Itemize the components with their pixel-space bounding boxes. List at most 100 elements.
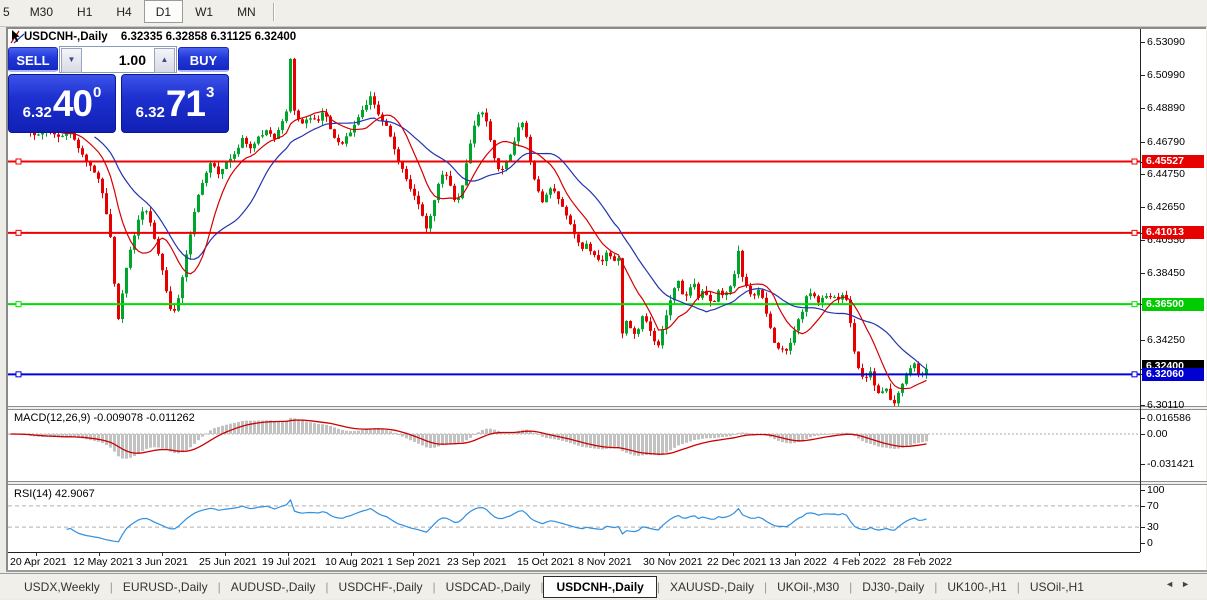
time-axis-label: 15 Oct 2021 [517, 556, 575, 568]
volume-spinner: ▼ ▲ [59, 46, 177, 73]
buy-button[interactable]: BUY [178, 47, 229, 72]
tab-eurusd-daily[interactable]: EURUSD-,Daily [113, 577, 218, 597]
chart-symbol-label: USDCNH-,Daily [24, 31, 108, 43]
ask-price-display[interactable]: 6.32 71 3 [121, 74, 229, 133]
price-axis-tick [1141, 527, 1145, 529]
macd-axis-label: 0.00 [1147, 428, 1168, 440]
time-axis-label: 13 Jan 2022 [769, 556, 827, 568]
price-axis-label: 6.34250 [1147, 333, 1185, 346]
timeframe-button-d1[interactable]: D1 [143, 0, 184, 23]
tab-scroll-left-icon[interactable]: ◄ [1165, 579, 1181, 589]
window-bottom-border [6, 570, 1207, 572]
macd-axis-label: -0.031421 [1147, 458, 1195, 471]
volume-increase-button[interactable]: ▲ [154, 48, 175, 73]
rsi-axis-label: 0 [1147, 537, 1153, 549]
toolbar-separator [272, 3, 274, 21]
tab-xauusd-daily[interactable]: XAUUSD-,Daily [660, 577, 764, 597]
macd-axis-label: 0.016586 [1147, 412, 1191, 425]
price-axis-tick [1141, 108, 1145, 110]
bid-price-small: 6.32 [22, 104, 52, 121]
volume-decrease-button[interactable]: ▼ [61, 48, 82, 73]
price-axis-tick [1141, 543, 1145, 544]
price-axis-tick [1141, 464, 1145, 466]
price-axis-label: 6.53090 [1147, 36, 1185, 48]
price-axis-tick [1141, 490, 1145, 491]
mt4-window: { "toolbar": { "timeframes": ["5", "M30"… [0, 0, 1207, 600]
time-axis-label: 8 Nov 2021 [578, 556, 632, 568]
bid-price-big: 40 [52, 82, 93, 124]
time-axis-label: 19 Jul 2021 [262, 556, 317, 568]
tab-audusd-daily[interactable]: AUDUSD-,Daily [221, 577, 326, 597]
price-axis-tick [1141, 173, 1145, 175]
tab-usdcnh-daily[interactable]: USDCNH-,Daily [543, 575, 657, 598]
time-axis: 20 Apr 2021 12 May 2021 3 Jun 2021 25 Jun 2… [0, 553, 1140, 570]
tab-usdchf-daily[interactable]: USDCHF-,Daily [329, 577, 433, 597]
time-axis-label: 20 Apr 2021 [10, 556, 67, 568]
time-axis-label: 1 Sep 2021 [387, 556, 441, 568]
timeframe-button-5[interactable]: 5 [0, 0, 18, 23]
price-axis-tick [1141, 141, 1145, 143]
ask-price-small: 6.32 [135, 104, 165, 121]
tab-uk100-h1[interactable]: UK100-,H1 [937, 577, 1016, 597]
ask-price-big: 71 [165, 82, 206, 124]
tab-usoil-h1[interactable]: USOil-,H1 [1020, 577, 1094, 597]
level-price-badge: 6.41013 [1142, 226, 1204, 240]
rsi-axis-label: 100 [1147, 484, 1165, 496]
tab-ukoil-m30[interactable]: UKOil-,M30 [767, 577, 849, 597]
level-price-badge: 6.32060 [1142, 367, 1204, 381]
time-axis-label: 3 Jun 2021 [136, 556, 188, 568]
tab-usdx-weekly[interactable]: USDX,Weekly [14, 577, 110, 597]
tab-scroll-right-icon[interactable]: ► [1181, 579, 1197, 589]
bid-price-superscript: 0 [93, 84, 102, 101]
timeframe-button-mn[interactable]: MN [225, 0, 268, 23]
price-axis-label: 6.30110 [1147, 399, 1185, 412]
time-axis-label: 30 Nov 2021 [643, 556, 703, 568]
price-axis-tick [1141, 405, 1145, 407]
timeframe-button-m30[interactable]: M30 [18, 0, 65, 23]
cursor-arrow-icon [10, 30, 25, 44]
price-axis-tick [1141, 434, 1145, 435]
rsi-axis-label: 70 [1147, 499, 1159, 512]
rsi-indicator-canvas[interactable] [8, 485, 1140, 552]
macd-indicator-label: MACD(12,26,9) -0.009078 -0.011262 [14, 412, 195, 424]
price-axis-label: 6.38450 [1147, 267, 1185, 280]
timeframe-toolbar: 5 M30 H1 H4 D1 W1 MN [0, 0, 1207, 27]
time-axis-label: 23 Sep 2021 [447, 556, 507, 568]
price-axis-tick [1141, 418, 1145, 420]
price-axis-tick [1141, 206, 1145, 208]
price-axis-tick [1141, 75, 1145, 77]
price-axis-tick [1141, 42, 1145, 43]
chart-ohlc-values: 6.32335 6.32858 6.31125 6.32400 [120, 31, 297, 43]
price-axis-label: 6.42650 [1147, 200, 1185, 213]
timeframe-button-h1[interactable]: H1 [65, 0, 104, 23]
price-axis-tick [1141, 240, 1145, 242]
price-axis-tick [1141, 339, 1145, 341]
chart-title: USDCNH-,Daily 6.32335 6.32858 6.31125 6.… [24, 31, 296, 43]
symbol-tab-bar: USDX,Weekly | EURUSD-,Daily | AUDUSD-,Daily |… [0, 573, 1207, 599]
timeframe-button-w1[interactable]: W1 [183, 0, 225, 23]
ask-price-superscript: 3 [206, 84, 215, 101]
price-axis-tick [1141, 505, 1145, 507]
time-axis-label: 10 Aug 2021 [325, 556, 384, 568]
time-axis-label: 12 May 2021 [73, 556, 134, 568]
level-price-badge: 6.45527 [1142, 155, 1204, 169]
tab-usdcad-daily[interactable]: USDCAD-,Daily [436, 577, 541, 597]
tab-dj30-daily[interactable]: DJ30-,Daily [852, 577, 934, 597]
time-axis-label: 4 Feb 2022 [833, 556, 887, 568]
bid-price-display[interactable]: 6.32 40 0 [8, 74, 116, 133]
rsi-axis-label: 30 [1147, 521, 1159, 534]
level-price-badge: 6.36500 [1142, 297, 1204, 311]
price-axis-label: 6.50990 [1147, 69, 1185, 82]
rsi-indicator-label: RSI(14) 42.9067 [14, 488, 95, 500]
price-axis-label: 6.46790 [1147, 135, 1185, 148]
price-axis-label: 6.48890 [1147, 102, 1185, 115]
volume-input[interactable] [84, 51, 148, 69]
price-axis-label: 6.44750 [1147, 167, 1185, 180]
price-axis: 6.53090 6.50990 6.48890 6.46790 6.44750 6.426… [1141, 29, 1207, 552]
one-click-trade-panel: SELL ▼ ▲ BUY 6.32 40 0 6.32 71 3 [8, 44, 229, 134]
time-axis-label: 25 Jun 2021 [199, 556, 257, 568]
tab-scroll-arrows[interactable]: ◄► [1165, 579, 1197, 589]
time-axis-label: 28 Feb 2022 [893, 556, 952, 568]
sell-button[interactable]: SELL [8, 47, 58, 72]
timeframe-button-h4[interactable]: H4 [104, 0, 143, 23]
